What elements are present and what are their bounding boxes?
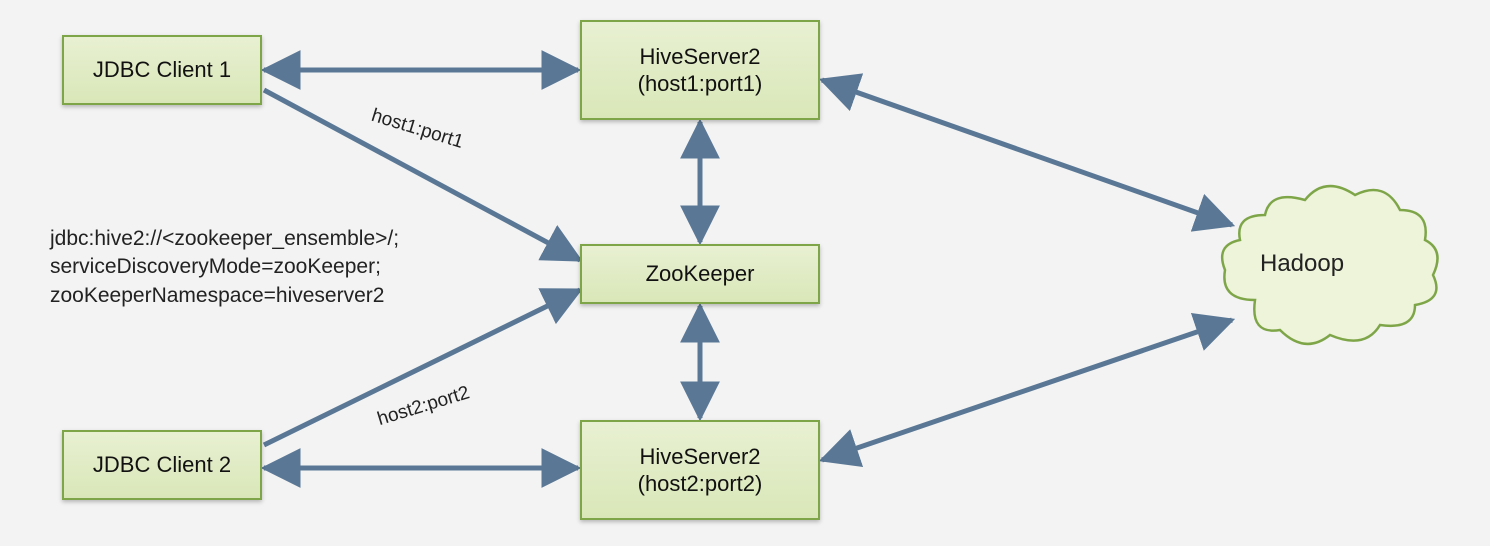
- jdbc-client-1-node: JDBC Client 1: [62, 35, 262, 105]
- zookeeper-node: ZooKeeper: [580, 244, 820, 304]
- hiveserver2-2-hostport: (host2:port2): [638, 471, 763, 496]
- edge-hs1-hadoop: [822, 80, 1232, 225]
- jdbc-client-2-label: JDBC Client 2: [93, 451, 231, 479]
- hiveserver2-2-title: HiveServer2: [639, 444, 760, 469]
- zookeeper-label: ZooKeeper: [646, 260, 755, 288]
- hiveserver2-2-label: HiveServer2 (host2:port2): [638, 443, 763, 498]
- hiveserver2-1-node: HiveServer2 (host1:port1): [580, 20, 820, 120]
- diagram-canvas: Hadoop JDBC Client 1 JDBC Client 2 HiveS…: [0, 0, 1490, 546]
- edge-label-host2port2: host2:port2: [375, 382, 472, 431]
- hiveserver2-1-label: HiveServer2 (host1:port1): [638, 43, 763, 98]
- jdbc-client-2-node: JDBC Client 2: [62, 430, 262, 500]
- edge-jdbc2-zk: [264, 290, 580, 445]
- hiveserver2-2-node: HiveServer2 (host2:port2): [580, 420, 820, 520]
- edge-label-host1port1: host1:port1: [369, 105, 466, 154]
- jdbc-url-text: jdbc:hive2://<zookeeper_ensemble>/; serv…: [50, 225, 399, 310]
- hadoop-label: Hadoop: [1260, 250, 1344, 278]
- hiveserver2-1-title: HiveServer2: [639, 44, 760, 69]
- jdbc-client-1-label: JDBC Client 1: [93, 56, 231, 84]
- edge-hs2-hadoop: [822, 320, 1232, 460]
- hiveserver2-1-hostport: (host1:port1): [638, 71, 763, 96]
